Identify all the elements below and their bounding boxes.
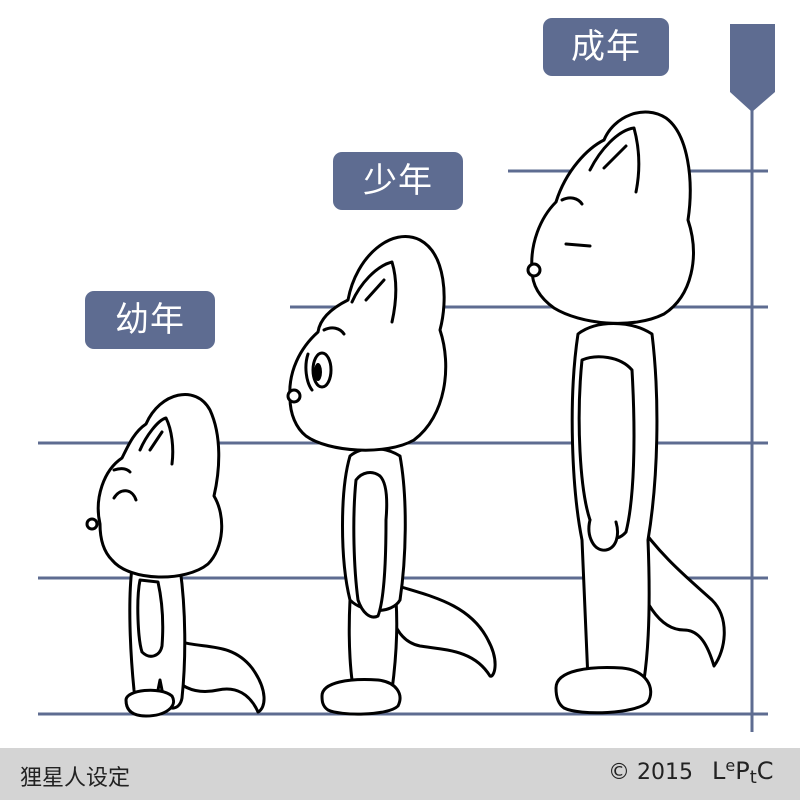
logo-letter: C <box>756 757 774 785</box>
logo-letter: e <box>725 756 736 775</box>
adult-arm <box>577 355 636 541</box>
child-arm <box>136 578 165 658</box>
adult-foot <box>554 666 653 715</box>
footer-title: 狸星人设定 <box>20 766 131 791</box>
logo-letter: L <box>712 757 726 785</box>
logo-letter: P <box>735 757 750 785</box>
bookmark-marker-icon <box>730 24 775 112</box>
author-logo: LePtC <box>712 756 774 788</box>
teen-arm <box>352 471 389 619</box>
logo-letter: t <box>749 767 757 788</box>
label-child: 幼年 <box>85 291 215 349</box>
character-adult <box>526 110 726 715</box>
teen-tail <box>389 584 497 678</box>
footer-copyright: © 2015 <box>608 760 693 785</box>
adult-head <box>530 110 695 325</box>
teen-pupil <box>314 363 322 381</box>
teen-head <box>288 235 448 452</box>
height-chart <box>38 24 775 732</box>
adult-hand <box>587 518 620 552</box>
adult-eye <box>564 242 592 248</box>
label-adult: 成年 <box>543 18 669 76</box>
teen-nose <box>286 388 302 404</box>
child-foot <box>124 688 175 718</box>
label-teen: 少年 <box>333 152 463 210</box>
child-nose <box>85 517 99 531</box>
teen-foot <box>320 678 402 716</box>
adult-nose <box>526 262 542 278</box>
